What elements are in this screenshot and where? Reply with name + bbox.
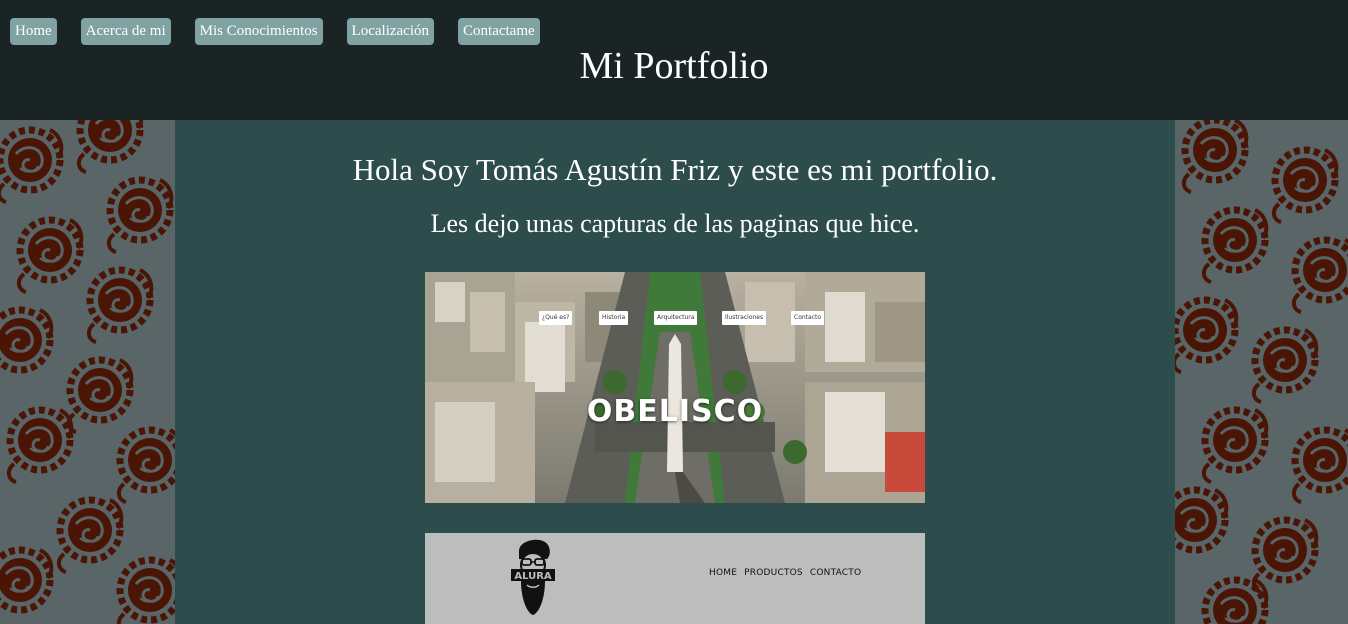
site-header: Home Acerca de mi Mis Conocimientos Loca… [0,0,1348,120]
alura-nav-contacto: CONTACTO [809,568,862,578]
alura-screenshot: ALURA HOME PRODUCTOS CONTACTO [425,533,925,624]
subtitle-heading: Les dejo unas capturas de las paginas qu… [430,209,920,238]
nav-skills-button[interactable]: Mis Conocimientos [194,18,323,45]
top-nav: Home Acerca de mi Mis Conocimientos Loca… [10,18,540,45]
alura-logo-text: ALURA [514,571,552,582]
alura-barber-logo: ALURA [511,539,555,615]
alura-nav-productos: PRODUCTOS [744,568,803,578]
dragon-pattern-right [1175,120,1348,624]
obelisco-nav-item: Ilustraciones [722,311,767,325]
obelisco-nav-item: Arquitectura [654,311,698,325]
alura-nav: HOME PRODUCTOS CONTACTO [709,568,865,578]
obelisco-screenshot: ¿Qué es? Historia Arquitectura Ilustraci… [425,272,925,503]
main-content: Hola Soy Tomás Agustín Friz y este es mi… [175,120,1175,624]
page-title: Mi Portfolio [579,45,769,87]
obelisco-nav-item: Historia [599,311,629,325]
nav-contact-button[interactable]: Contactame [458,18,540,45]
nav-location-button[interactable]: Localización [346,18,435,45]
greeting-heading: Hola Soy Tomás Agustín Friz y este es mi… [352,152,998,187]
left-pattern-panel [0,120,175,624]
obelisco-nav: ¿Qué es? Historia Arquitectura Ilustraci… [425,311,925,325]
nav-about-button[interactable]: Acerca de mi [80,18,171,45]
right-pattern-panel [1175,120,1348,624]
obelisco-nav-item: Contacto [791,311,825,325]
nav-home-button[interactable]: Home [10,18,57,45]
alura-nav-home: HOME [709,568,738,578]
obelisco-nav-item: ¿Qué es? [539,311,573,325]
city-aerial-image [425,272,925,503]
obelisco-heading: OBELISCO [586,394,764,429]
dragon-pattern-left [0,120,175,624]
